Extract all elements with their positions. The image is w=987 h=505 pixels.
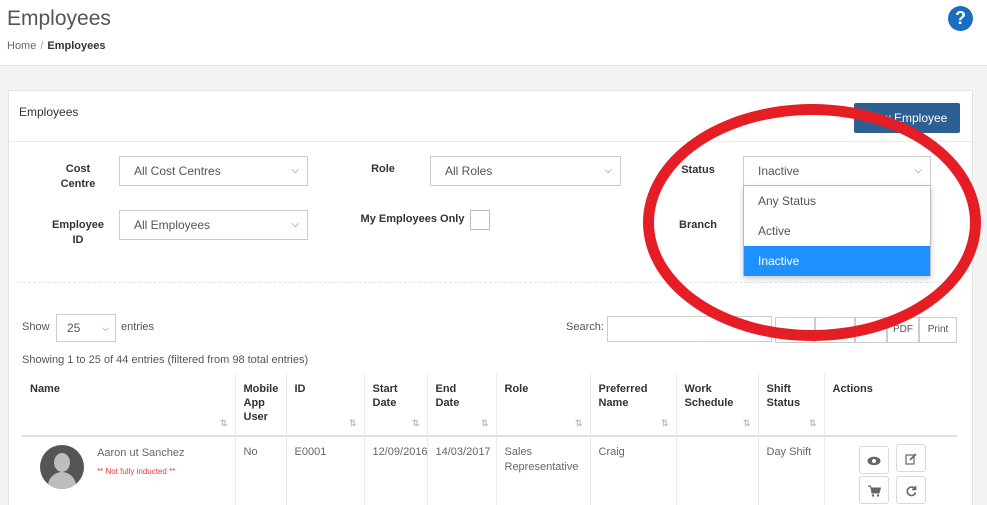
- search-label: Search:: [566, 321, 604, 333]
- chevron-down-icon: ⌵: [604, 165, 612, 176]
- show-label: Show: [22, 321, 50, 333]
- chevron-down-icon: ⌵: [914, 165, 922, 176]
- cart-button[interactable]: [859, 476, 889, 504]
- status-label: Status: [681, 164, 715, 176]
- sort-icon: ⇅: [574, 418, 583, 428]
- sort-icon: ⇅: [348, 418, 357, 428]
- eye-icon: [867, 456, 881, 466]
- column-header-work-schedule[interactable]: Work Schedule ⇅: [676, 374, 759, 437]
- print-button[interactable]: Print: [919, 317, 957, 343]
- export-button-2[interactable]: [815, 317, 855, 343]
- cart-icon: [867, 485, 881, 497]
- edit-icon: [905, 453, 917, 465]
- sort-icon: ⇅: [808, 418, 817, 428]
- cell-role: Sales Representative: [496, 436, 591, 505]
- breadcrumb: Home / Employees: [7, 40, 106, 52]
- pdf-button[interactable]: PDF: [887, 317, 919, 343]
- view-button[interactable]: [859, 446, 889, 474]
- refresh-icon: [906, 485, 917, 497]
- column-header-id[interactable]: ID ⇅: [286, 374, 365, 437]
- sort-icon: ⇅: [742, 418, 751, 428]
- status-option-inactive[interactable]: Inactive: [744, 246, 930, 276]
- cost-centre-select[interactable]: All Cost Centres ⌵: [119, 156, 308, 186]
- refresh-button[interactable]: [896, 476, 926, 504]
- question-circle-icon[interactable]: ?: [948, 6, 973, 31]
- page-size-select[interactable]: 25 ⌵: [56, 314, 116, 342]
- column-header-mobile-app-user[interactable]: Mobile App User: [235, 374, 287, 437]
- panel-divider: [9, 141, 972, 142]
- column-header-end-date[interactable]: End Date ⇅: [427, 374, 497, 437]
- breadcrumb-current: Employees: [47, 40, 106, 52]
- chevron-down-icon: ⌵: [291, 219, 299, 230]
- page-title: Employees: [7, 7, 111, 30]
- employees-table: Name ⇅ Mobile App User ID ⇅ Start Date ⇅: [22, 374, 957, 505]
- column-header-start-date[interactable]: Start Date ⇅: [364, 374, 428, 437]
- new-employee-button[interactable]: New Employee: [854, 103, 960, 133]
- column-header-role[interactable]: Role ⇅: [496, 374, 591, 437]
- cost-centre-label: Cost Centre: [60, 163, 96, 190]
- role-label: Role: [371, 163, 395, 175]
- filter-divider: [18, 282, 958, 283]
- table-row: Aaron ut Sanchez ** Not fully inducted *…: [22, 436, 957, 505]
- sort-icon: ⇅: [219, 418, 228, 428]
- export-button-3[interactable]: [855, 317, 887, 343]
- chevron-down-icon: ⌵: [102, 323, 109, 333]
- page-header: Employees Home / Employees ?: [0, 0, 987, 66]
- my-employees-only-checkbox[interactable]: [470, 210, 490, 230]
- avatar: [40, 445, 84, 489]
- status-option-any[interactable]: Any Status: [744, 186, 930, 216]
- breadcrumb-home[interactable]: Home: [7, 40, 36, 52]
- status-option-active[interactable]: Active: [744, 216, 930, 246]
- status-dropdown-menu: Any Status Active Inactive: [743, 185, 931, 276]
- table-info: Showing 1 to 25 of 44 entries (filtered …: [22, 354, 309, 366]
- sort-icon: ⇅: [480, 418, 489, 428]
- chevron-down-icon: ⌵: [291, 165, 299, 176]
- role-select[interactable]: All Roles ⌵: [430, 156, 621, 186]
- induction-warning: ** Not fully inducted **: [97, 467, 176, 476]
- cell-id: E0001: [286, 436, 365, 505]
- cell-start-date: 12/09/2016: [364, 436, 428, 505]
- cell-mobile-app-user: No: [235, 436, 287, 505]
- employee-name[interactable]: Aaron ut Sanchez: [97, 446, 184, 461]
- edit-button[interactable]: [896, 444, 926, 472]
- cell-preferred-name: Craig: [590, 436, 677, 505]
- cell-name: Aaron ut Sanchez ** Not fully inducted *…: [22, 436, 236, 505]
- sort-icon: ⇅: [411, 418, 420, 428]
- employees-table-wrap: Name ⇅ Mobile App User ID ⇅ Start Date ⇅: [22, 374, 957, 505]
- column-header-preferred-name[interactable]: Preferred Name ⇅: [590, 374, 677, 437]
- breadcrumb-separator: /: [40, 40, 44, 52]
- column-header-name[interactable]: Name ⇅: [22, 374, 236, 437]
- panel-title: Employees: [19, 105, 79, 119]
- column-header-actions: Actions: [824, 374, 957, 437]
- export-button-1[interactable]: [775, 317, 815, 343]
- employee-id-label: Employee ID: [52, 219, 104, 246]
- cell-work-schedule: [676, 436, 759, 505]
- branch-label: Branch: [679, 219, 717, 231]
- cell-end-date: 14/03/2017: [427, 436, 497, 505]
- cell-actions: [824, 436, 957, 505]
- sort-icon: ⇅: [660, 418, 669, 428]
- entries-label: entries: [121, 321, 155, 333]
- status-select[interactable]: Inactive ⌵: [743, 156, 931, 186]
- search-input[interactable]: [607, 316, 772, 342]
- employee-id-select[interactable]: All Employees ⌵: [119, 210, 308, 240]
- column-header-shift-status[interactable]: Shift Status ⇅: [758, 374, 825, 437]
- table-header-row: Name ⇅ Mobile App User ID ⇅ Start Date ⇅: [22, 374, 957, 437]
- cell-shift-status: Day Shift: [758, 436, 825, 505]
- my-employees-only-label: My Employees Only: [360, 213, 465, 225]
